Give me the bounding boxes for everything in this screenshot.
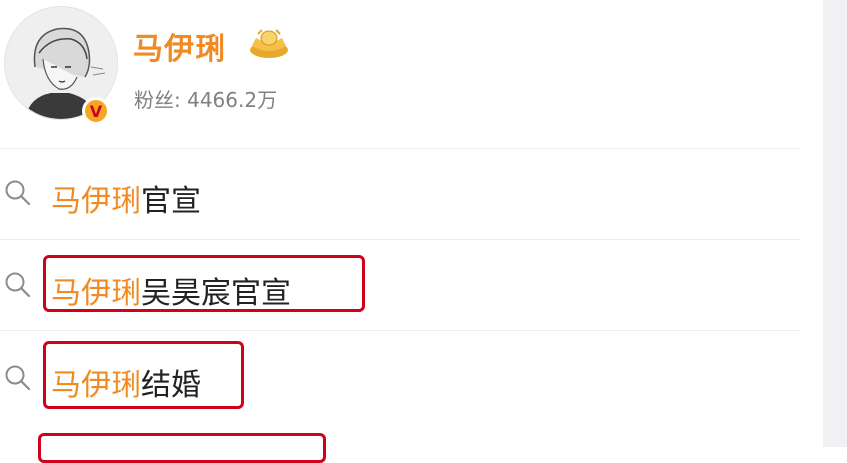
divider	[0, 148, 800, 149]
suggestion-text: 马伊琍结婚	[51, 360, 201, 404]
gold-ingot-icon	[250, 29, 288, 58]
suggestion-rest: 官宣	[141, 184, 201, 219]
suggestion-keyword: 马伊琍	[51, 368, 141, 403]
suggestion-text: 马伊琍官宣	[51, 176, 201, 220]
search-suggestion-row[interactable]: 马伊琍结婚	[0, 331, 800, 419]
search-icon	[5, 180, 31, 206]
followers-count: 粉丝: 4466.2万	[134, 84, 277, 113]
profile-name[interactable]: 马伊琍	[133, 24, 226, 68]
highlight-box	[38, 433, 326, 463]
suggestion-rest: 结婚	[141, 368, 201, 403]
suggestion-text: 马伊琍吴昊宸官宣	[51, 268, 291, 312]
scroll-edge	[823, 0, 847, 447]
suggestion-keyword: 马伊琍	[51, 184, 141, 219]
search-icon	[5, 272, 31, 298]
suggestion-keyword: 马伊琍	[51, 276, 141, 311]
search-icon	[5, 365, 31, 391]
verified-badge-icon: V	[82, 97, 110, 125]
search-suggestion-row[interactable]: 马伊琍官宣	[0, 150, 800, 238]
followers-value: 4466.2万	[187, 88, 278, 112]
search-suggestion-row[interactable]: 马伊琍吴昊宸官宣	[0, 240, 800, 328]
followers-label: 粉丝:	[134, 88, 181, 112]
suggestion-rest: 吴昊宸官宣	[141, 276, 291, 311]
